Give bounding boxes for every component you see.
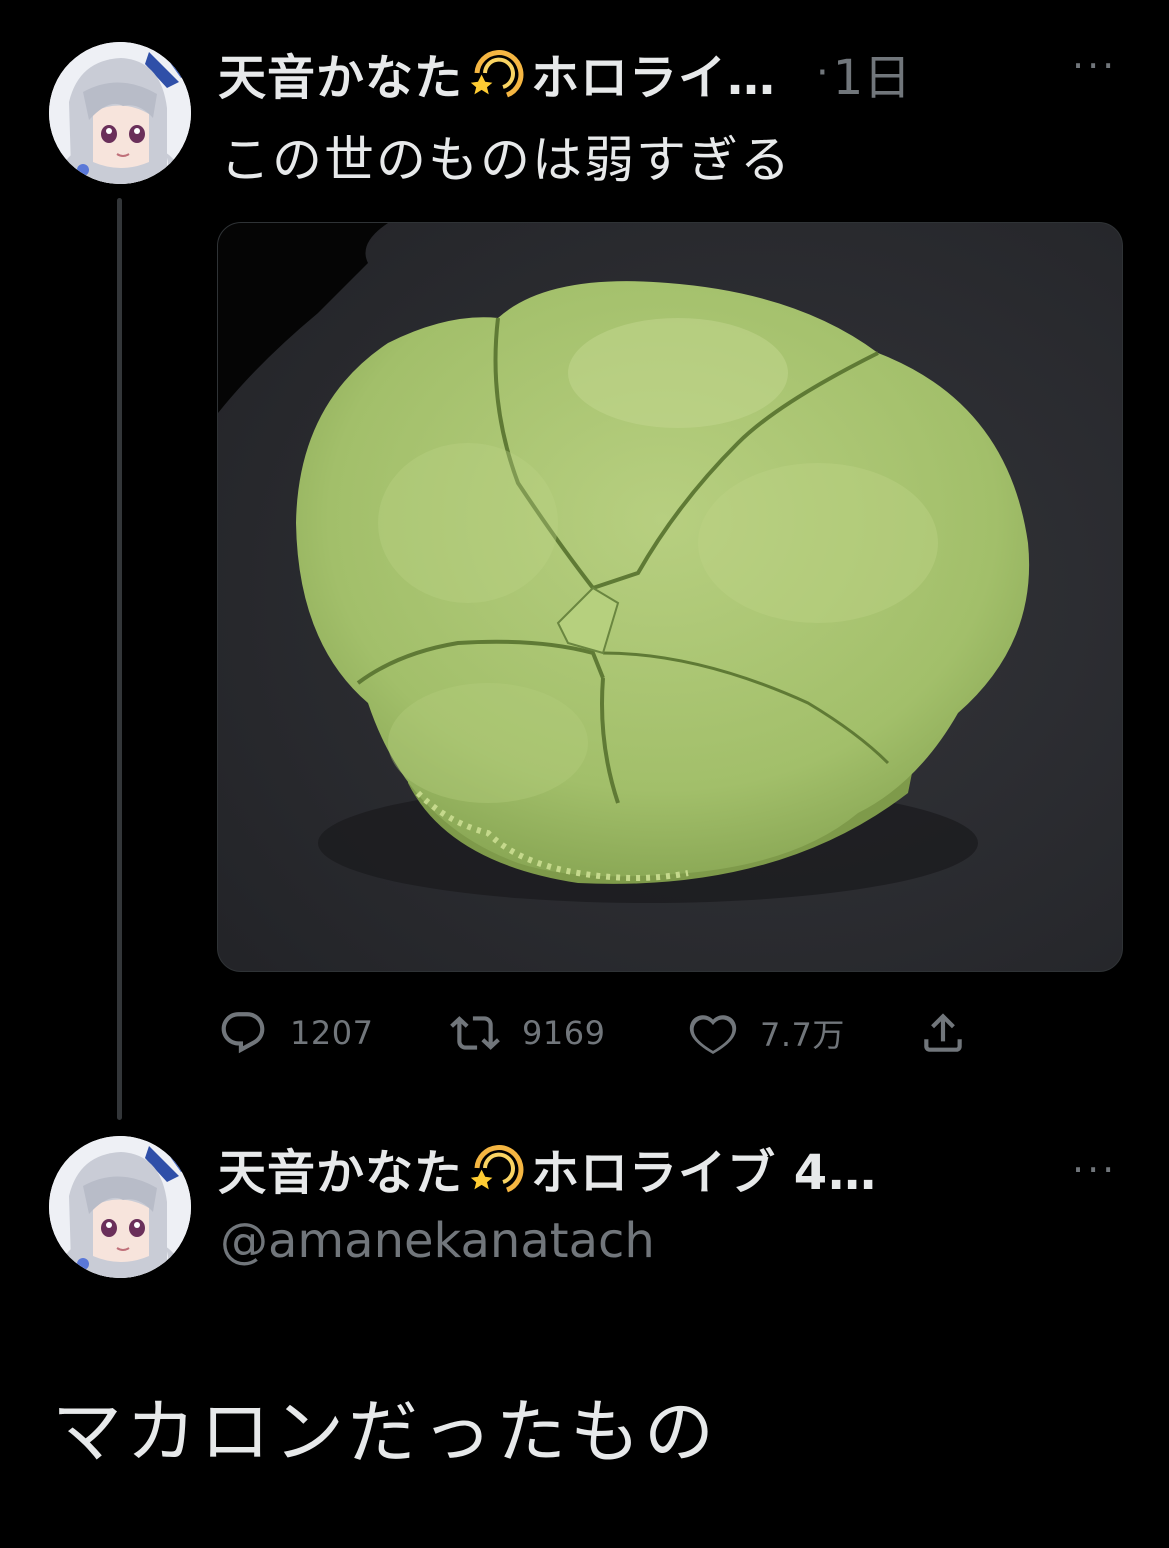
tweet-timestamp[interactable]: 1日 — [833, 38, 912, 108]
tweet-photo[interactable] — [217, 222, 1123, 972]
reply-icon — [221, 1012, 265, 1054]
author-name-suffix[interactable]: ホロライ… — [531, 38, 776, 108]
reply-count: 1207 — [290, 1014, 374, 1052]
author-display-name[interactable]: 天音かなた — [218, 38, 463, 108]
tweet-action-bar: 1207 9169 7.7万 — [218, 1005, 998, 1061]
author-avatar[interactable] — [49, 42, 191, 184]
more-options-button[interactable]: ··· — [1072, 44, 1117, 88]
share-icon — [924, 1013, 962, 1052]
reply-tweet-text: マカロンだったもの — [52, 1391, 718, 1473]
name-time-separator: · — [816, 50, 829, 96]
tweet-thread-page: 天音かなた ホロライ… · 1日 ··· この世のものは弱すぎる 1207 91… — [0, 0, 1169, 1548]
reply-author-display-name[interactable]: 天音かなた — [218, 1133, 463, 1203]
dizzy-emoji-icon — [470, 50, 524, 98]
reply-button[interactable]: 1207 — [218, 1005, 373, 1061]
parent-tweet-text: この世のものは弱すぎる — [220, 131, 792, 189]
avatar-image — [49, 42, 191, 184]
like-button[interactable]: 7.7万 — [688, 1005, 845, 1061]
retweet-icon — [450, 1016, 500, 1050]
avatar-image — [49, 1136, 191, 1278]
retweet-count: 9169 — [522, 1014, 606, 1052]
reply-author-handle[interactable]: @amanekanatach — [220, 1213, 655, 1269]
dizzy-emoji-icon — [470, 1145, 524, 1193]
retweet-button[interactable]: 9169 — [450, 1005, 605, 1061]
reply-more-options-button[interactable]: ··· — [1072, 1148, 1117, 1192]
reply-tweet-header: 天音かなた ホロライブ 4… — [218, 1133, 877, 1203]
thread-connector-line — [117, 198, 122, 1120]
heart-icon — [689, 1015, 737, 1054]
macaron-photo-image — [218, 223, 1122, 971]
reply-author-avatar[interactable] — [49, 1136, 191, 1278]
like-count: 7.7万 — [760, 1016, 845, 1054]
share-button[interactable] — [918, 1005, 990, 1061]
parent-tweet-header: 天音かなた ホロライ… · 1日 — [218, 38, 911, 108]
reply-author-name-suffix[interactable]: ホロライブ 4… — [531, 1133, 877, 1203]
